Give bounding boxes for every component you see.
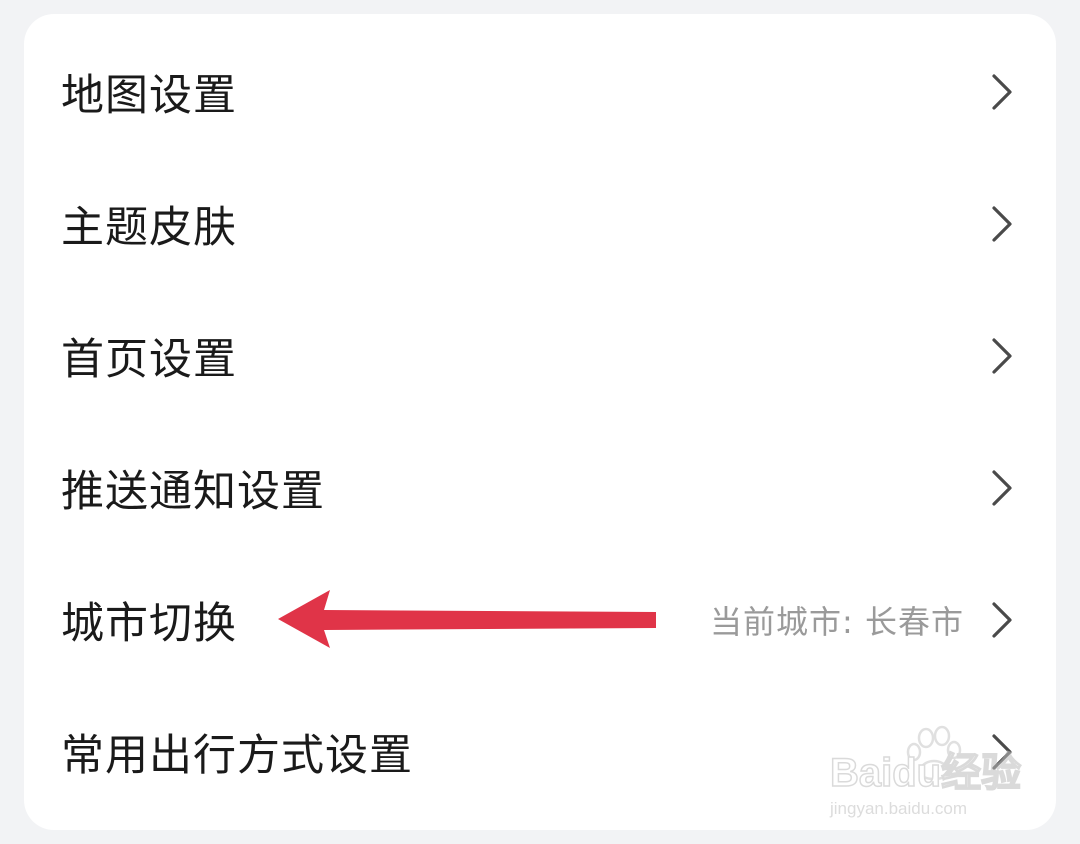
chevron-right-icon — [992, 206, 1012, 242]
watermark-url-text: jingyan.baidu.com — [829, 799, 967, 818]
arrow-left-icon — [278, 590, 656, 648]
chevron-right-icon — [992, 602, 1012, 638]
menu-item-map-settings[interactable]: 地图设置 — [24, 32, 1056, 152]
menu-item-home-settings[interactable]: 首页设置 — [24, 296, 1056, 416]
chevron-right-icon — [992, 74, 1012, 110]
menu-item-label: 地图设置 — [61, 71, 237, 121]
menu-item-label: 推送通知设置 — [61, 467, 325, 517]
menu-item-label: 常用出行方式设置 — [61, 731, 413, 781]
settings-card: 地图设置 主题皮肤 首页设置 推送通知设置 城市切换 当前城市: 长春市 常用出… — [24, 14, 1056, 830]
menu-item-theme-skin[interactable]: 主题皮肤 — [24, 164, 1056, 284]
menu-item-push-notification-settings[interactable]: 推送通知设置 — [24, 428, 1056, 548]
menu-item-label: 主题皮肤 — [61, 203, 237, 253]
chevron-right-icon — [992, 470, 1012, 506]
menu-item-label: 首页设置 — [61, 335, 237, 385]
baidu-jingyan-watermark: Baidu经验 jingyan.baidu.com — [829, 725, 1022, 818]
current-city-value: 当前城市: 长春市 — [710, 603, 964, 641]
menu-item-label: 城市切换 — [61, 599, 237, 649]
watermark-logo-text: Baidu经验 — [830, 751, 1021, 795]
chevron-right-icon — [992, 338, 1012, 374]
